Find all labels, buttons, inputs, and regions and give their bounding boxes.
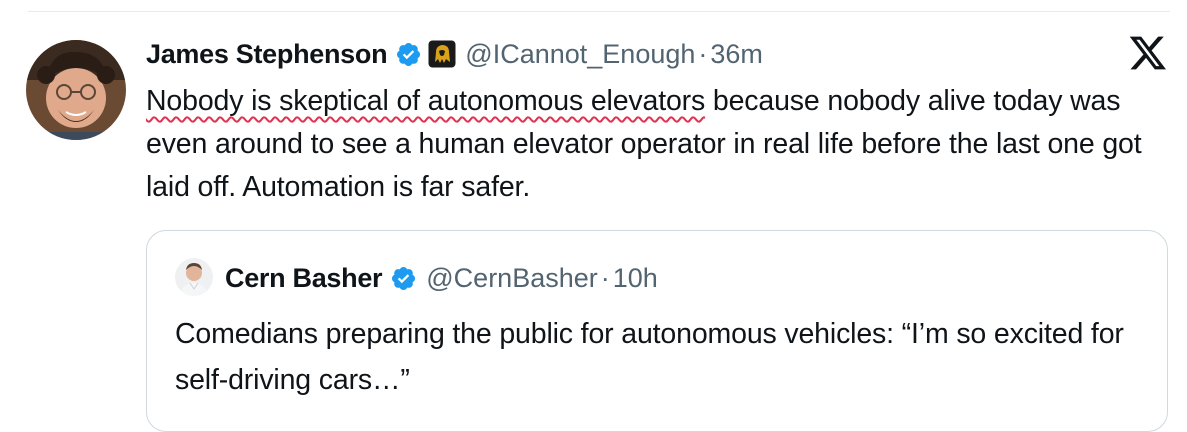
tweet-header: James Stephenson @ICannot_Enough · 36m	[146, 34, 763, 74]
separator-dot: ·	[600, 262, 610, 293]
author-handle[interactable]: @ICannot_Enough	[465, 39, 695, 70]
tweet-timestamp[interactable]: 36m	[710, 39, 763, 70]
x-logo-icon[interactable]	[1128, 35, 1168, 71]
spellcheck-underlined-text: Nobody is skeptical of autonomous elevat…	[146, 85, 706, 117]
lion-badge-icon[interactable]	[428, 40, 456, 68]
author-name[interactable]: James Stephenson	[146, 39, 388, 70]
quoted-tweet-timestamp[interactable]: 10h	[613, 263, 658, 294]
quoted-author-name[interactable]: Cern Basher	[225, 263, 383, 294]
quoted-author-handle[interactable]: @CernBasher	[426, 263, 597, 294]
quoted-tweet-header: Cern Basher @CernBasher · 10h	[225, 259, 658, 297]
quoted-author-avatar[interactable]	[175, 258, 213, 296]
verified-badge-icon[interactable]	[390, 265, 417, 292]
separator-dot: ·	[698, 38, 708, 69]
top-divider	[28, 11, 1170, 12]
quoted-tweet-text: Comedians preparing the public for auton…	[175, 318, 1124, 396]
author-avatar[interactable]	[26, 40, 126, 140]
quoted-tweet-card[interactable]: Cern Basher @CernBasher · 10h Comedians …	[146, 230, 1168, 432]
verified-badge-icon[interactable]	[395, 41, 422, 68]
tweet-text: Nobody is skeptical of autonomous elevat…	[146, 80, 1146, 209]
